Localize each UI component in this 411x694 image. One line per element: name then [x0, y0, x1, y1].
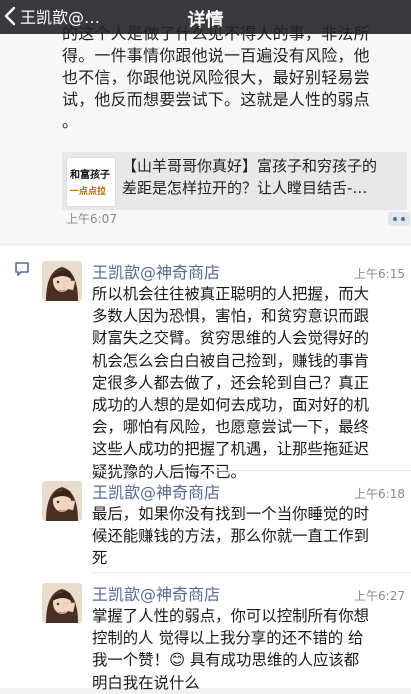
comment-line: 机会怎么会白白被自己捡到，赚钱的事肯 — [92, 351, 370, 370]
comment-line: 定很多人都去做了，还会轮到自己？真正 — [92, 373, 370, 392]
post-line: 。 — [62, 112, 79, 131]
avatar-image — [42, 583, 82, 623]
comment-line: 死 — [92, 549, 108, 568]
commenter-name-link[interactable]: 王凯歆@神奇商店 — [92, 259, 220, 283]
comment-line: 成功的人想的是如何去成功，面对好的机 — [92, 396, 370, 415]
comment-text: 最后，如果你没有找到一个当你睡觉的时 候还能赚钱的方法，那么你就一直工作到 死 — [92, 503, 404, 570]
avatar[interactable] — [42, 261, 82, 301]
avatar[interactable] — [42, 481, 82, 521]
comment-icon — [15, 262, 29, 276]
shared-article-card[interactable]: 和富孩子 一点点拉 【山羊哥哥你真好】富孩子和穷孩子的 差距是怎样拉开的？让人瞠… — [62, 152, 407, 210]
more-actions-button[interactable] — [388, 212, 410, 226]
thumbnail-text-2: 一点点拉 — [70, 187, 107, 197]
dot-icon — [401, 217, 405, 221]
comments-section: 王凯歆@神奇商店 上午6:15 所以机会往往被真正聪明的人把握，而大 多数人因为… — [0, 244, 411, 692]
article-thumbnail: 和富孩子 一点点拉 — [66, 157, 116, 207]
post-line: 试，他反而想要尝试下。这就是人性的弱点 — [62, 90, 370, 109]
comment-line: 多数人因为恐惧，害怕，和贫穷意识而跟 — [92, 307, 370, 326]
post-timestamp: 上午6:07 — [66, 212, 117, 226]
avatar-image — [42, 261, 82, 301]
comment-text: 掌握了人性的弱点，你可以控制所有你想 控制的人 觉得以上我分享的还不错的 给 我… — [92, 605, 404, 694]
avatar-image — [42, 481, 82, 521]
comment-line: 最后，如果你没有找到一个当你睡觉的时 — [92, 505, 370, 523]
comment-line: 所以机会往往被真正聪明的人把握，而大 — [92, 285, 370, 303]
comment-line: 控制的人 觉得以上我分享的还不错的 给 — [92, 629, 364, 648]
article-title-line: 【山羊哥哥你真好】富孩子和穷孩子的 — [122, 157, 378, 175]
comment-line: 候还能赚钱的方法，那么你就一直工作到 — [92, 527, 370, 546]
comment-timestamp: 上午6:27 — [354, 589, 405, 603]
comment-line: 明白我在说什么 — [92, 673, 200, 692]
comment-line: 掌握了人性的弱点，你可以控制所有你想 — [92, 607, 370, 625]
comment-line: 这些人成功的把握了机遇，让那些拖延迟 — [92, 440, 370, 459]
post-line: 得。一件事情你跟他说一百遍没有风险，他 — [62, 46, 370, 65]
comment-line: 财富失之交臂。贫穷思维的人会觉得好的 — [92, 329, 370, 348]
comment-item: 王凯歆@神奇商店 上午6:27 掌握了人性的弱点，你可以控制所有你想 控制的人 … — [40, 573, 411, 692]
avatar[interactable] — [42, 583, 82, 623]
comment-line: 我一个赞！😊 具有成功思维的人应该都 — [92, 651, 360, 670]
post-line-clipped: 的这个人是做了什么见不得人的事，非法所 — [62, 24, 370, 43]
post-text: 的这个人是做了什么见不得人的事，非法所 得。一件事情你跟他说一百遍没有风险，他 … — [62, 24, 407, 133]
commenter-name-link[interactable]: 王凯歆@神奇商店 — [92, 479, 220, 503]
comment-timestamp: 上午6:18 — [354, 487, 405, 501]
commenter-name-link[interactable]: 王凯歆@神奇商店 — [92, 581, 220, 605]
comment-item: 王凯歆@神奇商店 上午6:15 所以机会往往被真正聪明的人把握，而大 多数人因为… — [40, 251, 411, 481]
dot-icon — [393, 217, 397, 221]
article-title: 【山羊哥哥你真好】富孩子和穷孩子的 差距是怎样拉开的？让人瞠目结舌-… — [122, 155, 404, 199]
moment-post: 的这个人是做了什么见不得人的事，非法所 得。一件事情你跟他说一百遍没有风险，他 … — [0, 24, 411, 244]
comment-line: 会，哪怕有风险，也愿意尝试一下，最终 — [92, 418, 370, 437]
thumbnail-text-1: 和富孩子 — [70, 170, 110, 181]
comment-timestamp: 上午6:15 — [354, 267, 405, 281]
comment-text: 所以机会往往被真正聪明的人把握，而大 多数人因为恐惧，害怕，和贫穷意识而跟 财富… — [92, 283, 404, 483]
article-title-line: 差距是怎样拉开的？让人瞠目结舌-… — [122, 179, 368, 197]
post-line: 也不信，你跟他说风险很大，最好别轻易尝 — [62, 68, 370, 87]
comment-item: 王凯歆@神奇商店 上午6:18 最后，如果你没有找到一个当你睡觉的时 候还能赚钱… — [40, 471, 411, 571]
